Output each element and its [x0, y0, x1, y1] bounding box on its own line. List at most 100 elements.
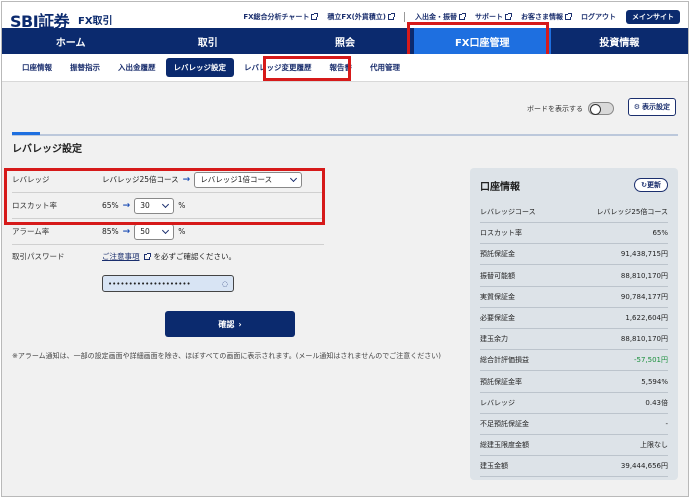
- account-row-value: 90,784,177円: [620, 292, 668, 301]
- main-content: ボードを表示する ⚙ 表示設定 レバレッジ設定 レバレッジ レバレッジ25倍コー…: [2, 82, 688, 496]
- board-toggle-label: ボードを表示する: [527, 104, 583, 113]
- alarm-unit: %: [178, 227, 186, 236]
- link-deposit[interactable]: 入出金・振替: [415, 12, 466, 22]
- link-customer-info[interactable]: お客さま情報: [521, 12, 572, 22]
- account-row: 必要保証金 1,622,604円: [480, 308, 668, 329]
- account-row-value: -57,501円: [633, 356, 668, 365]
- link-support[interactable]: サポート: [475, 12, 512, 22]
- account-row-label: 預託保証金: [480, 250, 515, 259]
- external-link-icon: [459, 13, 466, 20]
- password-value: ••••••••••••••••••••: [108, 279, 191, 288]
- link-fx-chart-label: FX総合分析チャート: [243, 13, 310, 21]
- account-row: 預託保証金 91,438,715円: [480, 244, 668, 266]
- main-nav: ホーム 取引 照会 FX口座管理 投資情報: [2, 28, 688, 54]
- alarm-selected: 50: [140, 227, 150, 236]
- main-site-button[interactable]: メインサイト: [626, 10, 680, 24]
- top-header: SBI証券 FX取引 FX総合分析チャート 積立FX(外貨積立) 入出金・振替 …: [2, 2, 688, 31]
- account-row: 振替可能額 88,810,170円: [480, 266, 668, 287]
- page-title: レバレッジ設定: [12, 144, 82, 155]
- board-toggle[interactable]: [588, 102, 614, 115]
- alarm-footnote: ※アラーム通知は、一部の設定画面や詳細画面を除き、ほぼすべての画面に表示されます…: [12, 352, 441, 360]
- link-support-label: サポート: [475, 13, 503, 21]
- password-notice: ご注意事項 を必ずご確認ください。: [102, 251, 236, 262]
- account-row-label: 建玉金額: [480, 462, 508, 471]
- external-link-icon: [388, 13, 395, 20]
- subtab-leverage-settings[interactable]: レバレッジ設定: [165, 58, 234, 77]
- account-row-value: 91,438,715円: [620, 250, 668, 259]
- refresh-button[interactable]: ↻更新: [634, 178, 668, 192]
- account-row-label: レバレッジ: [480, 398, 515, 407]
- account-row-label: 総合計評価損益: [480, 356, 529, 365]
- alarm-values: 85% → 50 %: [102, 223, 186, 240]
- alarm-select[interactable]: 50: [134, 223, 175, 240]
- alarm-label: アラーム率: [12, 227, 50, 236]
- nav-inquiry[interactable]: 照会: [276, 28, 413, 54]
- notice-link[interactable]: ご注意事項: [102, 251, 140, 262]
- highlight-box-leverage-history: [263, 56, 351, 81]
- display-settings-button[interactable]: ⚙ 表示設定: [627, 98, 676, 116]
- gear-icon: ⚙: [633, 103, 640, 111]
- nav-investment-info[interactable]: 投資情報: [551, 28, 688, 54]
- subtab-deposit-history[interactable]: 入出金履歴: [110, 58, 164, 77]
- account-row-value: レバレッジ25倍コース: [596, 208, 668, 216]
- product-name: FX取引: [78, 16, 113, 27]
- account-row: 総建玉限度金額 上限なし: [480, 435, 668, 457]
- account-row: レバレッジ 0.43倍: [480, 393, 668, 414]
- account-row-value: -: [665, 420, 668, 428]
- nav-home[interactable]: ホーム: [2, 28, 139, 54]
- account-row-label: 建玉余力: [480, 335, 508, 344]
- refresh-label: 更新: [647, 181, 661, 189]
- link-deposit-label: 入出金・振替: [415, 13, 457, 21]
- account-row: 実質保証金 90,784,177円: [480, 287, 668, 308]
- account-row: 預託保証金率 5,594%: [480, 372, 668, 393]
- link-fx-savings-label: 積立FX(外貨積立): [327, 13, 386, 21]
- subtab-transfer[interactable]: 振替指示: [62, 58, 108, 77]
- account-row-value: 上限なし: [640, 441, 668, 450]
- account-row-label: 不足預託保証金: [480, 420, 529, 428]
- account-row-value: 65%: [652, 229, 668, 238]
- chevron-down-icon: [162, 226, 170, 234]
- password-row: 取引パスワード ご注意事項 を必ずご確認ください。: [12, 245, 324, 267]
- link-fx-savings[interactable]: 積立FX(外貨積立): [327, 12, 395, 22]
- account-row: 総合計評価損益 -57,501円: [480, 350, 668, 372]
- tab-underline: [12, 134, 678, 136]
- account-row-label: 振替可能額: [480, 271, 515, 280]
- password-label: 取引パスワード: [12, 252, 65, 261]
- highlight-box-leverage-losscut: [4, 168, 325, 225]
- password-input[interactable]: •••••••••••••••••••• ◌: [102, 275, 234, 292]
- alarm-current: 85%: [102, 227, 119, 236]
- subtab-account-info[interactable]: 口座情報: [14, 58, 60, 77]
- link-logout[interactable]: ログアウト: [581, 12, 616, 22]
- account-row-label: ロスカット率: [480, 229, 522, 238]
- link-customer-info-label: お客さま情報: [521, 13, 563, 21]
- eye-off-icon[interactable]: ◌: [222, 280, 228, 288]
- page-frame: SBI証券 FX取引 FX総合分析チャート 積立FX(外貨積立) 入出金・振替 …: [1, 1, 689, 497]
- external-link-icon: [565, 13, 572, 20]
- account-row: レバレッジコース レバレッジ25倍コース: [480, 202, 668, 223]
- external-link-icon: [143, 252, 151, 260]
- confirm-label: 確認: [218, 319, 235, 329]
- account-row-value: 0.43倍: [645, 398, 668, 407]
- nav-trade[interactable]: 取引: [139, 28, 276, 54]
- account-row-label: 必要保証金: [480, 314, 515, 322]
- account-row-label: レバレッジコース: [480, 208, 536, 216]
- notice-text: を必ずご確認ください。: [153, 252, 237, 261]
- display-settings-label: 表示設定: [642, 103, 670, 111]
- confirm-button[interactable]: 確認 ›: [165, 311, 295, 337]
- account-row: 不足預託保証金 -: [480, 414, 668, 435]
- account-row-value: 88,810,170円: [620, 271, 668, 280]
- account-row-value: 1,622,604円: [625, 314, 668, 322]
- board-toggle-row: ボードを表示する: [527, 102, 614, 115]
- account-row-label: 総建玉限度金額: [480, 441, 529, 450]
- arrow-right-icon: →: [122, 226, 131, 237]
- account-row-value: 39,444,656円: [620, 462, 668, 471]
- account-row-value: 88,810,170円: [620, 335, 668, 344]
- subtab-collateral[interactable]: 代用管理: [362, 58, 408, 77]
- account-info-panel: 口座情報 ↻更新 レバレッジコース レバレッジ25倍コース ロスカット率 65% 預託保…: [470, 168, 678, 480]
- account-row: 建玉金額 39,444,656円: [480, 456, 668, 478]
- account-row-value: 5,594%: [641, 377, 668, 386]
- account-row-label: 実質保証金: [480, 292, 515, 301]
- divider: [404, 12, 405, 22]
- chevron-right-icon: ›: [238, 319, 242, 329]
- link-fx-chart[interactable]: FX総合分析チャート: [243, 12, 319, 22]
